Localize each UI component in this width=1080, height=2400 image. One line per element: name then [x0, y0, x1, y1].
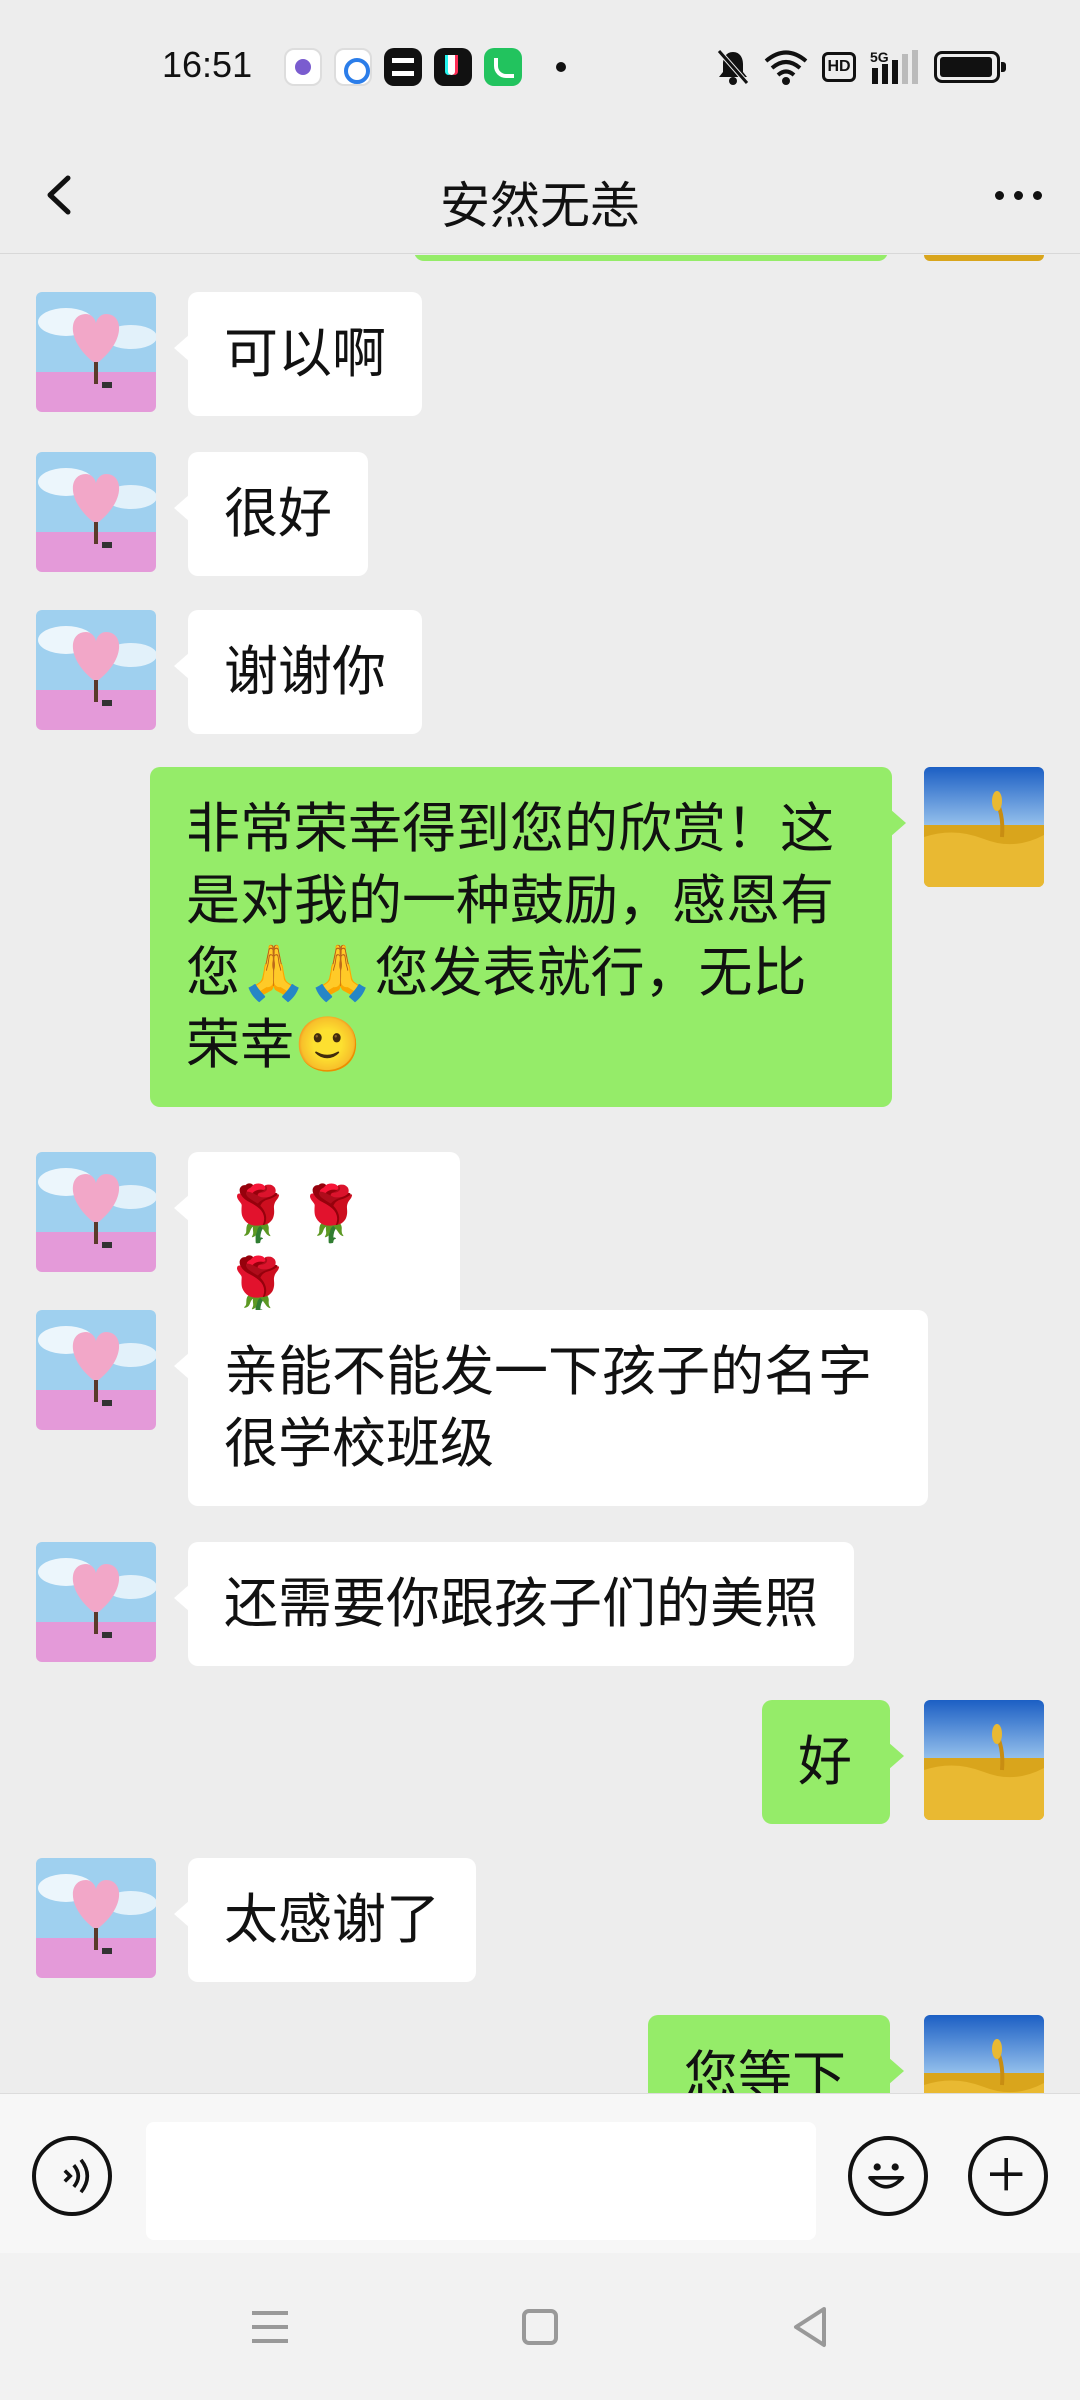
hd-icon: HD	[822, 52, 856, 82]
tiktok-icon	[434, 48, 472, 86]
message-bubble[interactable]: 很好	[174, 452, 368, 576]
message-bubble[interactable]: 太感谢了	[174, 1858, 476, 1982]
message-row: 谢谢你	[0, 610, 1080, 734]
message-row: 🌹🌹🌹	[0, 1152, 1080, 1348]
avatar-contact[interactable]	[36, 610, 156, 730]
back-triangle-icon[interactable]	[780, 2297, 840, 2357]
message-row: 非常荣幸得到您的欣赏！这是对我的一种鼓励，感恩有您🙏🙏您发表就行，无比荣幸🙂	[0, 767, 1080, 1117]
voice-icon[interactable]	[32, 2136, 112, 2216]
message-row: 还需要你跟孩子们的美照	[0, 1542, 1080, 1666]
status-time: 16:51	[162, 44, 253, 85]
message-bubble[interactable]: 还需要你跟孩子们的美照	[174, 1542, 854, 1666]
message-bubble[interactable]: 好	[762, 1700, 904, 1824]
avatar-contact[interactable]	[36, 1310, 156, 1430]
message-row: 亲能不能发一下孩子的名字很学校班级	[0, 1310, 1080, 1510]
message-row: 太感谢了	[0, 1858, 1080, 1982]
avatar-contact[interactable]	[36, 452, 156, 572]
system-nav-bar	[0, 2253, 1080, 2400]
message-bubble[interactable]: 亲能不能发一下孩子的名字很学校班级	[174, 1310, 928, 1506]
battery-icon	[934, 51, 1006, 83]
message-row: 很好	[0, 452, 1080, 576]
phone-call-icon	[484, 48, 522, 86]
message-input[interactable]	[146, 2122, 816, 2240]
app-bubble-icon	[284, 48, 322, 86]
home-square-icon[interactable]	[510, 2297, 570, 2357]
notification-icons	[284, 48, 566, 86]
emoji-icon[interactable]	[848, 2136, 928, 2216]
chat-header: 安然无恙	[0, 136, 1080, 254]
avatar-contact[interactable]	[36, 1542, 156, 1662]
menu-icon[interactable]	[240, 2297, 300, 2357]
more-notifications-dot	[556, 62, 566, 72]
message-input-bar	[0, 2093, 1080, 2253]
plus-icon[interactable]	[968, 2136, 1048, 2216]
status-bar: 16:51 HD 5G	[0, 0, 1080, 136]
svg-text:5G: 5G	[870, 49, 889, 65]
avatar-self-partial[interactable]	[924, 255, 1044, 261]
message-row: 您等下	[0, 2015, 1080, 2093]
chat-title: 安然无恙	[440, 177, 640, 235]
message-bubble[interactable]: 非常荣幸得到您的欣赏！这是对我的一种鼓励，感恩有您🙏🙏您发表就行，无比荣幸🙂	[150, 767, 906, 1107]
avatar-self[interactable]	[924, 767, 1044, 887]
browser-icon	[334, 48, 372, 86]
capcut-icon	[384, 48, 422, 86]
bell-off-icon	[717, 49, 749, 85]
wifi-icon	[764, 50, 808, 85]
avatar-contact[interactable]	[36, 1858, 156, 1978]
avatar-contact[interactable]	[36, 1152, 156, 1272]
chat-message-list[interactable]: 可以啊 很好 谢谢你 非常荣幸得到您的欣赏！这是对我的一种鼓励，感恩有您🙏🙏您发…	[0, 255, 1080, 2093]
message-row: 可以啊	[0, 292, 1080, 416]
message-bubble[interactable]: 您等下	[648, 2015, 904, 2093]
message-bubble[interactable]: 可以啊	[174, 292, 422, 416]
signal-5g-icon: 5G	[870, 49, 918, 84]
avatar-self[interactable]	[924, 2015, 1044, 2093]
partial-message-bubble[interactable]	[414, 255, 888, 261]
system-icons: HD 5G	[716, 48, 1006, 86]
more-dots-icon[interactable]	[978, 160, 1058, 230]
message-bubble[interactable]: 谢谢你	[174, 610, 422, 734]
avatar-contact[interactable]	[36, 292, 156, 412]
message-row: 好	[0, 1700, 1080, 1824]
avatar-self[interactable]	[924, 1700, 1044, 1820]
